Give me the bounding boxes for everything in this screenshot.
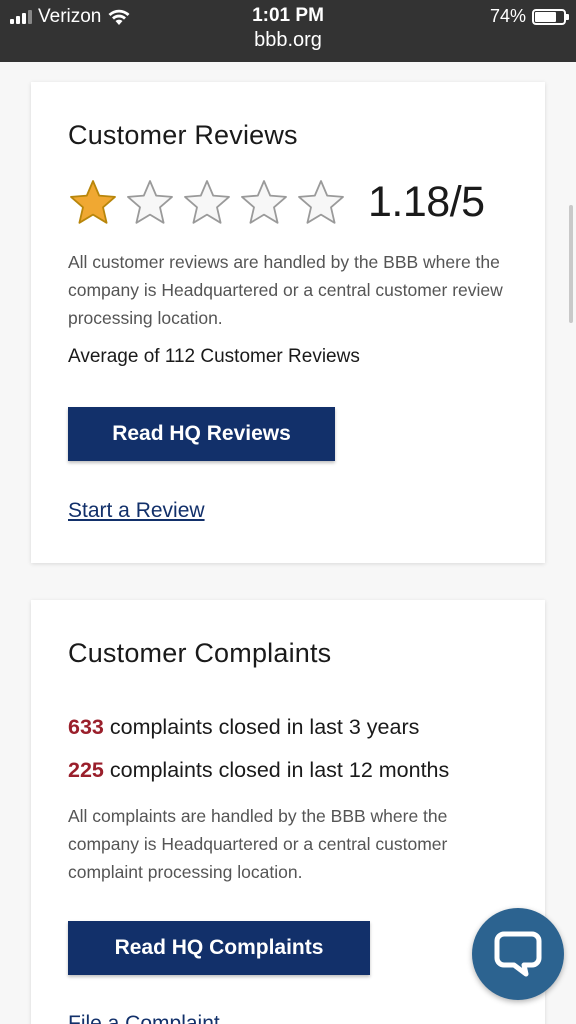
complaints-stat-12-months: 225 complaints closed in last 12 months — [68, 758, 449, 783]
battery-fill — [535, 11, 556, 22]
complaints-stat-label: complaints closed in last 12 months — [109, 758, 450, 782]
star-filled-icon — [70, 180, 116, 224]
chat-button[interactable] — [472, 908, 564, 1000]
complaints-count: 633 — [68, 715, 104, 739]
reviews-description: All customer reviews are handled by the … — [68, 252, 503, 328]
address-bar-url[interactable]: bbb.org — [0, 27, 576, 53]
start-review-link[interactable]: Start a Review — [68, 499, 205, 523]
star-empty-icon — [298, 180, 344, 224]
status-bar: Verizon 1:01 PM bbb.org 74% — [0, 0, 576, 62]
customer-complaints-card: Customer Complaints 633 complaints close… — [31, 600, 545, 1024]
complaints-description: All complaints are handled by the BBB wh… — [68, 806, 448, 882]
battery-icon — [532, 8, 569, 25]
complaints-stat-3-years: 633 complaints closed in last 3 years — [68, 715, 419, 740]
star-empty-icon — [184, 180, 230, 224]
complaints-title: Customer Complaints — [68, 638, 332, 668]
complaints-count: 225 — [68, 758, 104, 782]
star-rating — [68, 178, 346, 226]
read-hq-reviews-button[interactable]: Read HQ Reviews — [68, 407, 335, 461]
star-empty-icon — [127, 180, 173, 224]
reviews-average: Average of 112 Customer Reviews — [68, 346, 360, 367]
reviews-title: Customer Reviews — [68, 120, 298, 150]
chat-bubble-icon — [494, 931, 542, 977]
file-complaint-link[interactable]: File a Complaint — [68, 1012, 220, 1024]
rating-value: 1.18/5 — [368, 178, 485, 226]
customer-reviews-card: Customer Reviews 1.18/5 All customer rev… — [31, 82, 545, 563]
status-right: 74% — [489, 6, 569, 27]
star-empty-icon — [241, 180, 287, 224]
battery-percent: 74% — [489, 6, 526, 26]
complaints-stat-label: complaints closed in last 3 years — [109, 715, 420, 739]
read-hq-complaints-button[interactable]: Read HQ Complaints — [68, 921, 370, 975]
page-scrollbar[interactable] — [569, 205, 573, 323]
